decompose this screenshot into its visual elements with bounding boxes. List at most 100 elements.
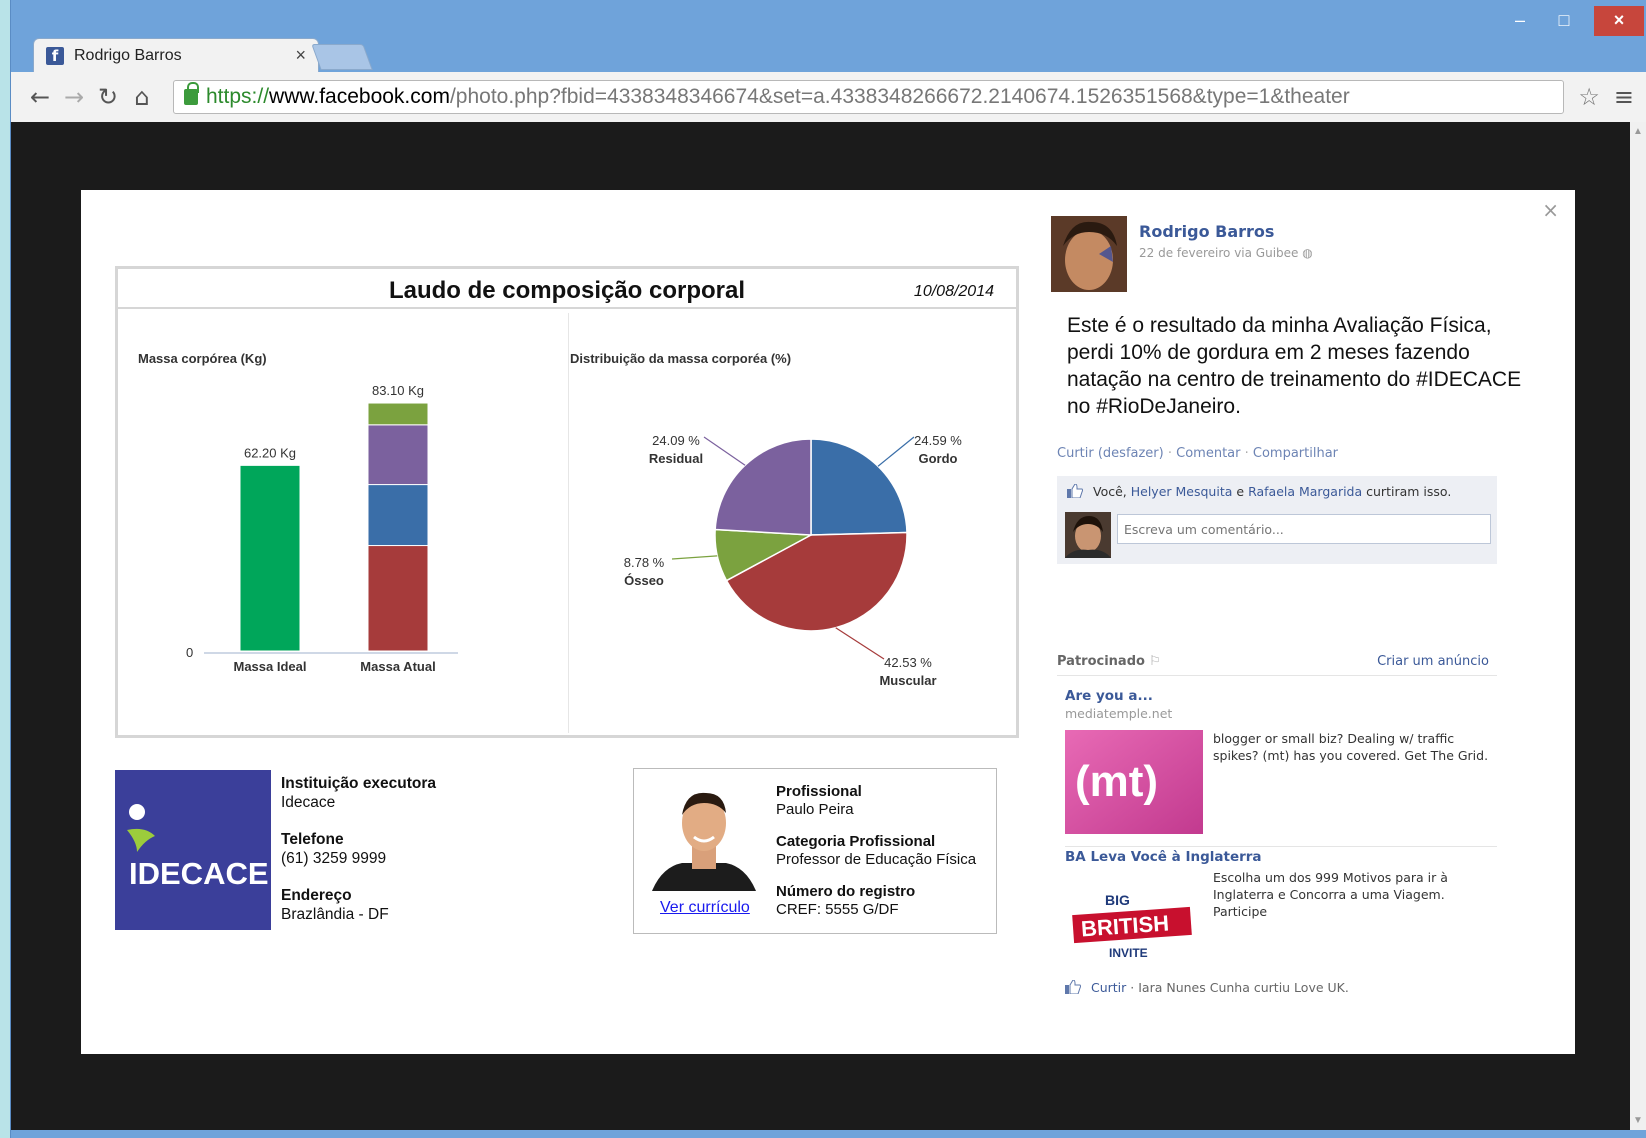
theater-close-icon[interactable]: ×	[1542, 198, 1559, 222]
pie-value-label: 8.78 %	[624, 555, 665, 570]
ad-domain: mediatemple.net	[1065, 706, 1173, 721]
window-close-button[interactable]: ×	[1594, 6, 1644, 36]
home-icon[interactable]: ⌂	[125, 83, 159, 111]
tab-close-icon[interactable]: ×	[295, 45, 306, 66]
idecace-logo-text: IDECACE	[129, 856, 269, 891]
pie-category-label: Muscular	[879, 673, 936, 688]
y-tick-label: 0	[186, 645, 193, 660]
pie-category-label: Ósseo	[624, 573, 664, 588]
ad-img-text-bottom: INVITE	[1109, 946, 1148, 960]
pie-value-label: 42.53 %	[884, 655, 932, 670]
pie-value-label: 24.59 %	[914, 433, 962, 448]
bar-segment	[367, 545, 429, 652]
menu-icon[interactable]: ≡	[1614, 83, 1634, 111]
browser-toolbar: ← → ↻ ⌂ https://www.facebook.com/photo.p…	[11, 72, 1646, 122]
post-date: 22 de fevereiro via Guibee	[1139, 246, 1299, 260]
institution-info: Instituição executora Idecace Telefone (…	[281, 774, 436, 942]
phone-value: (61) 3259 9999	[281, 850, 387, 867]
bars-group: 62.20 Kg Massa Ideal 83.10 Kg Massa Atual	[234, 383, 436, 674]
post-text: Este é o resultado da minha Avaliação Fí…	[1067, 314, 1522, 418]
inst-label: Instituição executora	[281, 775, 437, 792]
pie-chart-title: Distribuição da massa corporéa (%)	[570, 351, 791, 366]
back-arrow-icon[interactable]: ←	[23, 83, 57, 111]
share-link[interactable]: Compartilhar	[1253, 446, 1338, 461]
ad-mediatemple[interactable]: Are you a... mediatemple.net (mt) blogge…	[1065, 688, 1497, 834]
pie-group: 24.59 % Gordo 42.53 % Muscular 8.78 % Ósseo 24…	[624, 433, 963, 688]
address-bar[interactable]: https://www.facebook.com/photo.php?fbid=…	[173, 80, 1565, 114]
professional-photo	[652, 781, 756, 891]
tab-title: Rodrigo Barros	[74, 46, 182, 64]
bar-segment	[367, 402, 429, 426]
separator: ·	[1167, 446, 1177, 461]
author-name[interactable]: Rodrigo Barros	[1139, 222, 1274, 241]
pro-category-value: Professor de Educação Física	[776, 851, 977, 868]
scroll-up-icon[interactable]: ▲	[1630, 126, 1646, 137]
sponsored-title: Patrocinado	[1057, 654, 1145, 669]
ad-text: blogger or small biz? Dealing w/ traffic…	[1213, 731, 1489, 763]
comment-link[interactable]: Comentar	[1176, 446, 1240, 461]
browser-tab[interactable]: f Rodrigo Barros ×	[33, 38, 319, 72]
pie-leader-line	[703, 436, 746, 466]
report-title: Laudo de composição corporal	[388, 277, 746, 304]
unlike-link[interactable]: Curtir (desfazer)	[1057, 446, 1164, 461]
bookmark-star-icon[interactable]: ☆	[1578, 83, 1600, 112]
ad-big-british-image[interactable]: BIG BRITISH INVITE	[1065, 871, 1203, 975]
pie-category-label: Residual	[649, 451, 703, 466]
report-header: Laudo de composição corporal 10/08/2014	[118, 269, 1016, 309]
url-host: www.facebook.com	[269, 85, 450, 108]
pie-value-label: 24.09 %	[652, 433, 700, 448]
likes-box: Você, Helyer Mesquita e Rafaela Margarid…	[1057, 476, 1497, 564]
pie-leader-line	[877, 436, 915, 467]
create-ad-link[interactable]: Criar um anúncio	[1377, 654, 1489, 669]
ad-social-text: Iara Nunes Cunha curtiu Love UK.	[1138, 980, 1349, 995]
ad-like-link[interactable]: Curtir	[1091, 980, 1126, 995]
address-value: Brazlândia - DF	[281, 906, 389, 923]
pie-slice	[810, 438, 908, 536]
ad-img-text-top: BIG	[1105, 892, 1130, 908]
bar-chart: Massa corpórea (Kg) 0 62.20 Kg Massa Idea…	[138, 351, 458, 674]
phone-label: Telefone	[281, 831, 344, 848]
ad-text: Escolha um dos 999 Motivos para ir à Ing…	[1213, 870, 1448, 919]
report-panel: Laudo de composição corporal 10/08/2014 …	[115, 266, 1019, 738]
commenter-avatar-image	[1065, 512, 1111, 558]
ad-title[interactable]: Are you a...	[1065, 688, 1497, 704]
post-sidebar: × Rodrigo Barros 22 de fevereiro via Gui…	[1021, 190, 1575, 1054]
ad-mt-image[interactable]: (mt)	[1065, 730, 1203, 834]
bar-total-label: 62.20 Kg	[244, 445, 296, 460]
browser-window: f Rodrigo Barros × – □ × ← → ↻ ⌂ https:/…	[10, 0, 1646, 1138]
page-scrollbar[interactable]: ▲ ▼	[1630, 122, 1646, 1130]
url-scheme: https://	[206, 85, 270, 108]
professional-info: Profissional Paulo Peira Categoria Profi…	[776, 783, 976, 933]
separator: ·	[1244, 446, 1253, 461]
likes-summary: Você, Helyer Mesquita e Rafaela Margarid…	[1067, 484, 1451, 499]
photo-area[interactable]: Laudo de composição corporal 10/08/2014 …	[81, 190, 1041, 1054]
cv-link[interactable]: Ver currículo	[660, 899, 750, 917]
report-date: 10/08/2014	[913, 283, 994, 300]
new-tab-button[interactable]	[311, 44, 373, 70]
liker-1[interactable]: Helyer Mesquita	[1131, 484, 1233, 499]
comment-input[interactable]	[1117, 514, 1491, 544]
commenter-avatar	[1065, 512, 1111, 558]
likes-and: e	[1236, 484, 1245, 499]
forward-arrow-icon[interactable]: →	[57, 83, 91, 111]
ad-mt-logo-text: (mt)	[1075, 757, 1158, 806]
minimize-button[interactable]: –	[1500, 6, 1540, 36]
idecace-logo-mark: IDECACE	[127, 804, 269, 891]
liker-2[interactable]: Rafaela Margarida	[1248, 484, 1362, 499]
author-avatar-image	[1051, 216, 1127, 292]
scroll-down-icon[interactable]: ▼	[1630, 1115, 1646, 1126]
bar-category-label: Massa Atual	[360, 659, 435, 674]
maximize-button[interactable]: □	[1544, 6, 1584, 36]
idecace-logo: IDECACE	[115, 770, 271, 930]
pie-leader-line	[835, 627, 885, 660]
post-meta: 22 de fevereiro via Guibee ◍	[1139, 246, 1313, 260]
ad-british-airways[interactable]: BA Leva Você à Inglaterra BIG BRITISH IN…	[1065, 846, 1497, 975]
thumbs-up-icon	[1065, 980, 1081, 994]
reload-icon[interactable]: ↻	[91, 83, 125, 111]
photo-theater: Laudo de composição corporal 10/08/2014 …	[81, 190, 1575, 1054]
ad-title[interactable]: BA Leva Você à Inglaterra	[1065, 849, 1497, 865]
author-avatar[interactable]	[1051, 216, 1127, 292]
pro-category-label: Categoria Profissional	[776, 833, 936, 850]
ad-social-footer: Curtir · Iara Nunes Cunha curtiu Love UK…	[1065, 980, 1349, 995]
bar-chart-title: Massa corpórea (Kg)	[138, 351, 267, 366]
